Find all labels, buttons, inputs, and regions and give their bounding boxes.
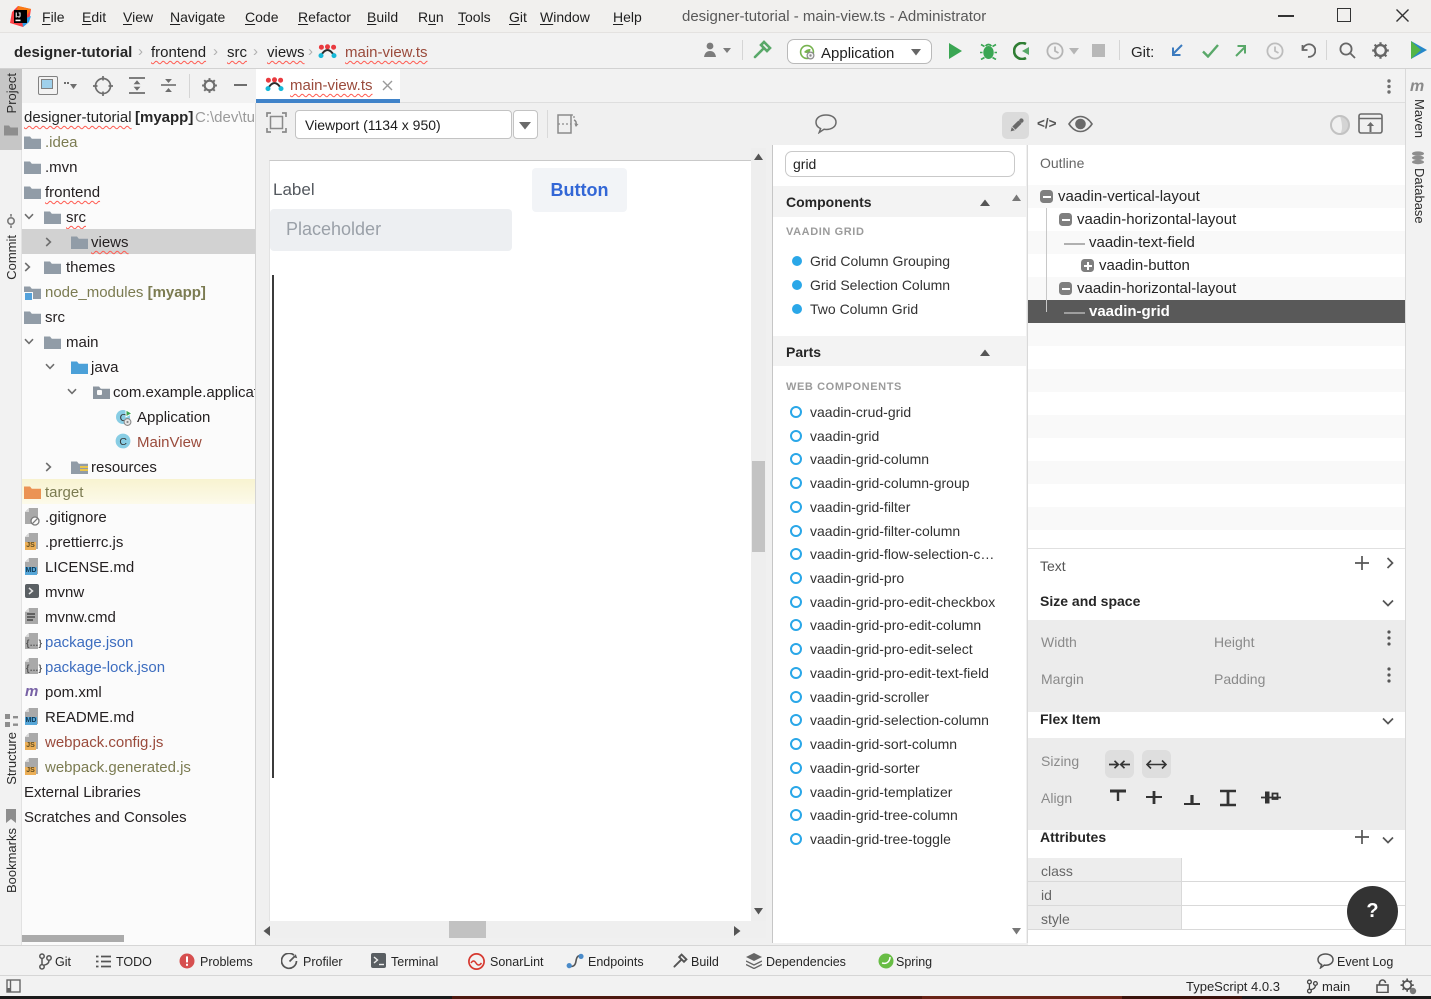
svg-text:C: C: [119, 436, 127, 448]
svg-text:IJ: IJ: [15, 13, 21, 20]
